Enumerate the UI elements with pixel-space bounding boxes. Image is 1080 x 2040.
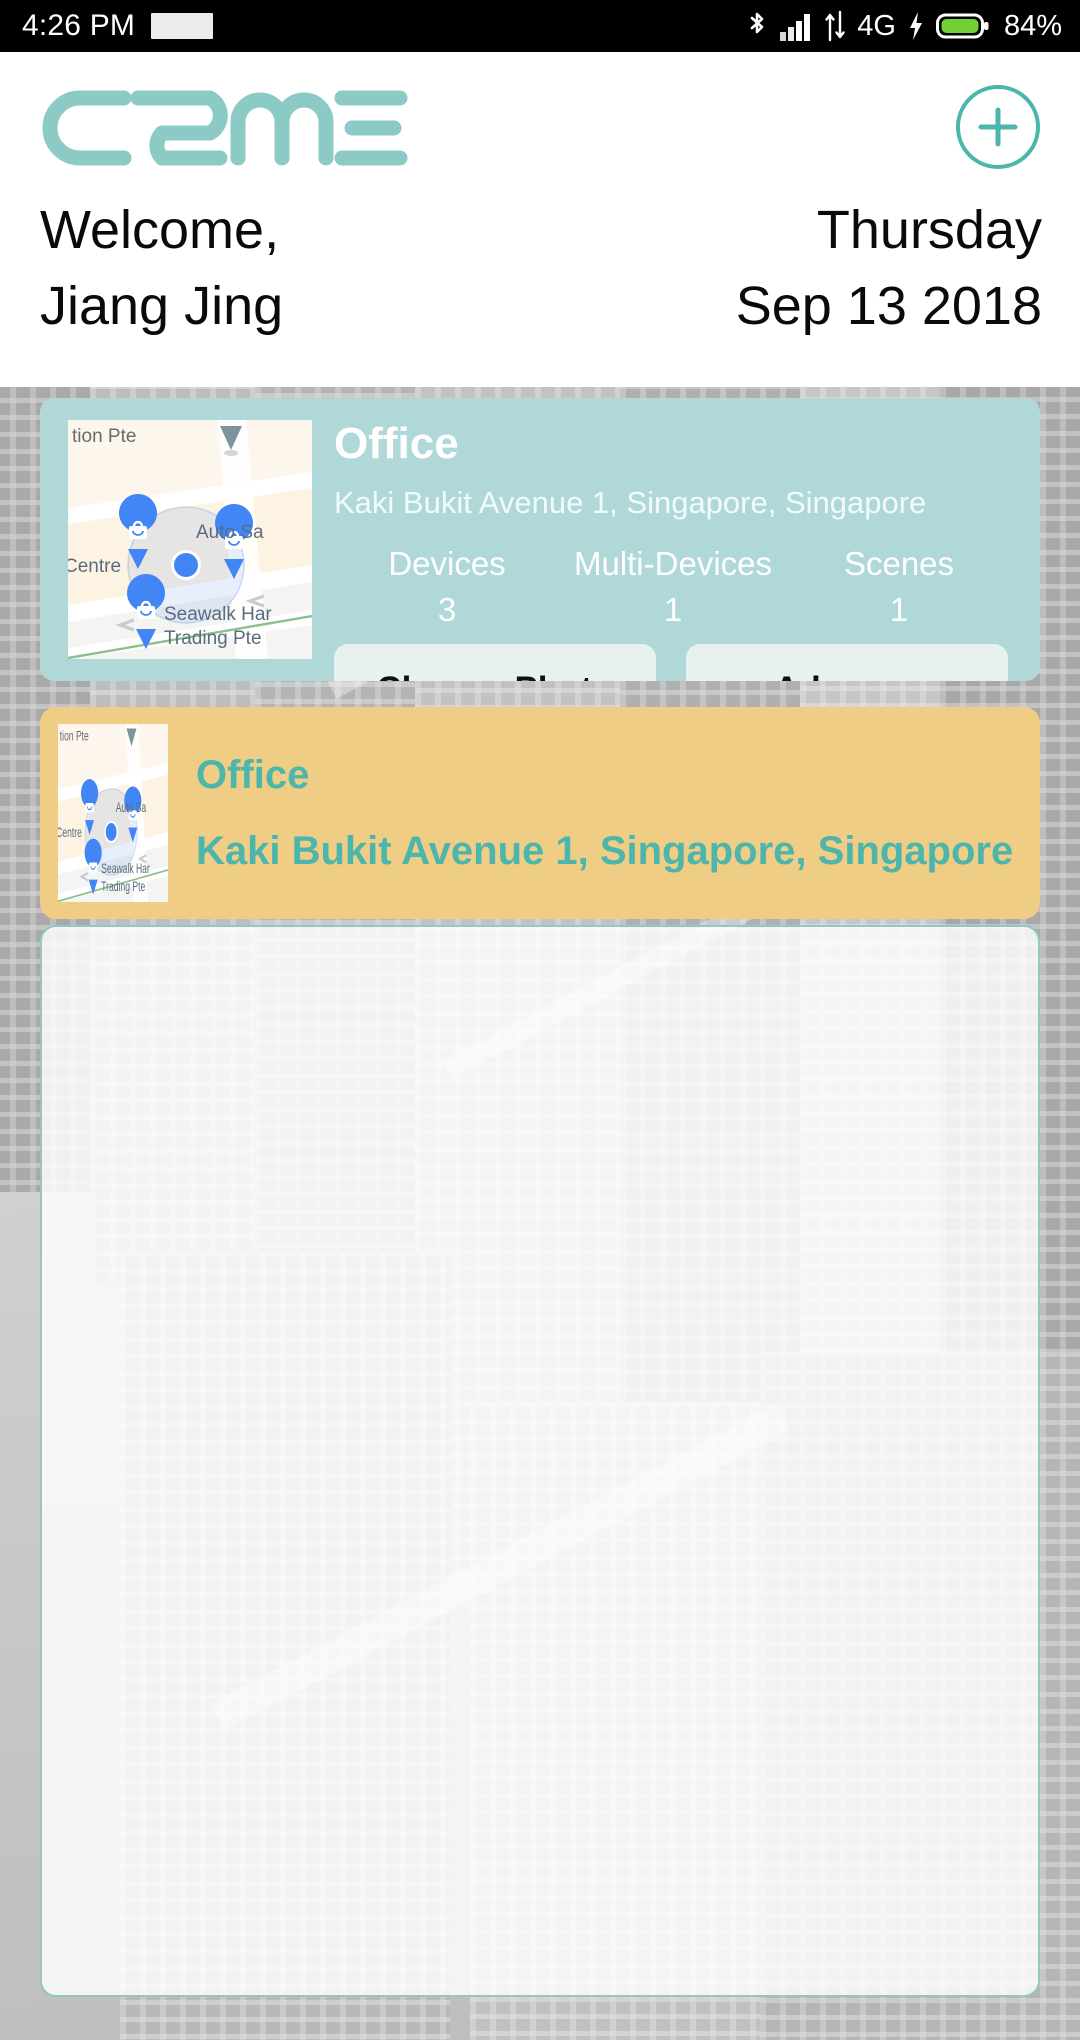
location-row-map-thumbnail: tion Pte Auto Sa Centre Seawalk Har Trad… <box>58 724 168 902</box>
date-block: Thursday Sep 13 2018 <box>736 200 1042 336</box>
map-image-large: tion Pte Auto Sa Centre Seawalk Har Trad… <box>68 420 312 659</box>
plus-icon <box>978 107 1018 147</box>
app-header <box>0 52 1080 202</box>
location-card-address: Kaki Bukit Avenue 1, Singapore, Singapor… <box>334 485 927 520</box>
location-card-title: Office <box>334 419 459 468</box>
location-card-actions: Change Photo Advance <box>334 644 1012 681</box>
location-map-thumbnail[interactable]: tion Pte Auto Sa Centre Seawalk Har Trad… <box>40 398 312 681</box>
stat-value: 1 <box>663 591 683 628</box>
svg-text:tion Pte: tion Pte <box>60 728 89 744</box>
svg-text:Centre: Centre <box>68 556 121 577</box>
location-row-title: Office <box>196 753 310 797</box>
location-row-text: Office Kaki Bukit Avenue 1, Singapore, S… <box>168 753 1013 873</box>
data-transfer-icon <box>825 10 845 42</box>
svg-text:Trading Pte: Trading Pte <box>101 879 145 895</box>
svg-text:Auto Sa: Auto Sa <box>116 800 147 816</box>
day-of-week-label: Thursday <box>816 200 1042 260</box>
map-image-small: tion Pte Auto Sa Centre Seawalk Har Trad… <box>58 724 168 902</box>
bluetooth-icon <box>750 12 764 34</box>
battery-percent-label: 84% <box>1003 9 1062 42</box>
brand-logo-c2me <box>42 90 408 166</box>
battery-icon <box>935 13 989 39</box>
location-card-body: Office Kaki Bukit Avenue 1, Singapore, S… <box>312 398 1040 681</box>
stat-multi-devices: Multi-Devices 1 <box>560 544 786 636</box>
location-summary-card[interactable]: tion Pte Auto Sa Centre Seawalk Har Trad… <box>40 398 1040 681</box>
svg-text:Centre: Centre <box>58 825 82 841</box>
svg-text:Seawalk Har: Seawalk Har <box>164 604 272 625</box>
svg-text:Seawalk Har: Seawalk Har <box>101 861 150 877</box>
svg-text:Trading Pte: Trading Pte <box>164 628 262 649</box>
location-card-stats: Devices 3 Multi-Devices 1 Scenes 1 <box>334 544 1012 636</box>
advance-button[interactable]: Advance <box>686 644 1008 681</box>
stat-label: Devices <box>388 545 506 582</box>
svg-text:tion Pte: tion Pte <box>72 426 136 447</box>
add-location-button[interactable] <box>956 85 1040 169</box>
charging-bolt-icon <box>909 12 922 40</box>
location-row-address: Kaki Bukit Avenue 1, Singapore, Singapor… <box>196 829 1014 873</box>
greeting-and-date: Welcome, Jiang Jing Thursday Sep 13 2018 <box>0 200 1080 336</box>
stat-value: 3 <box>437 591 457 628</box>
signal-icon <box>780 14 811 41</box>
stat-scenes: Scenes 1 <box>786 544 1012 636</box>
status-bar-clock: 4:26 PM <box>22 9 136 42</box>
date-label: Sep 13 2018 <box>735 276 1042 336</box>
location-list-item[interactable]: tion Pte Auto Sa Centre Seawalk Har Trad… <box>40 707 1040 919</box>
status-bar-indicators: 4G 84% <box>746 10 1062 43</box>
status-bar: 4:26 PM 4G 84% <box>0 0 1080 52</box>
locations-list-panel[interactable] <box>40 925 1040 1997</box>
stat-label: Scenes <box>843 545 955 582</box>
svg-text:Auto Sa: Auto Sa <box>196 522 264 543</box>
network-type-label: 4G <box>857 9 896 42</box>
stat-value: 1 <box>889 591 909 628</box>
welcome-label: Welcome, <box>40 200 280 260</box>
stat-devices: Devices 3 <box>334 544 560 636</box>
change-photo-button[interactable]: Change Photo <box>334 644 656 681</box>
user-name-label: Jiang Jing <box>40 276 284 336</box>
stat-label: Multi-Devices <box>573 545 773 582</box>
greeting-block: Welcome, Jiang Jing <box>40 200 283 336</box>
status-bar-notification-placeholder <box>151 13 214 39</box>
